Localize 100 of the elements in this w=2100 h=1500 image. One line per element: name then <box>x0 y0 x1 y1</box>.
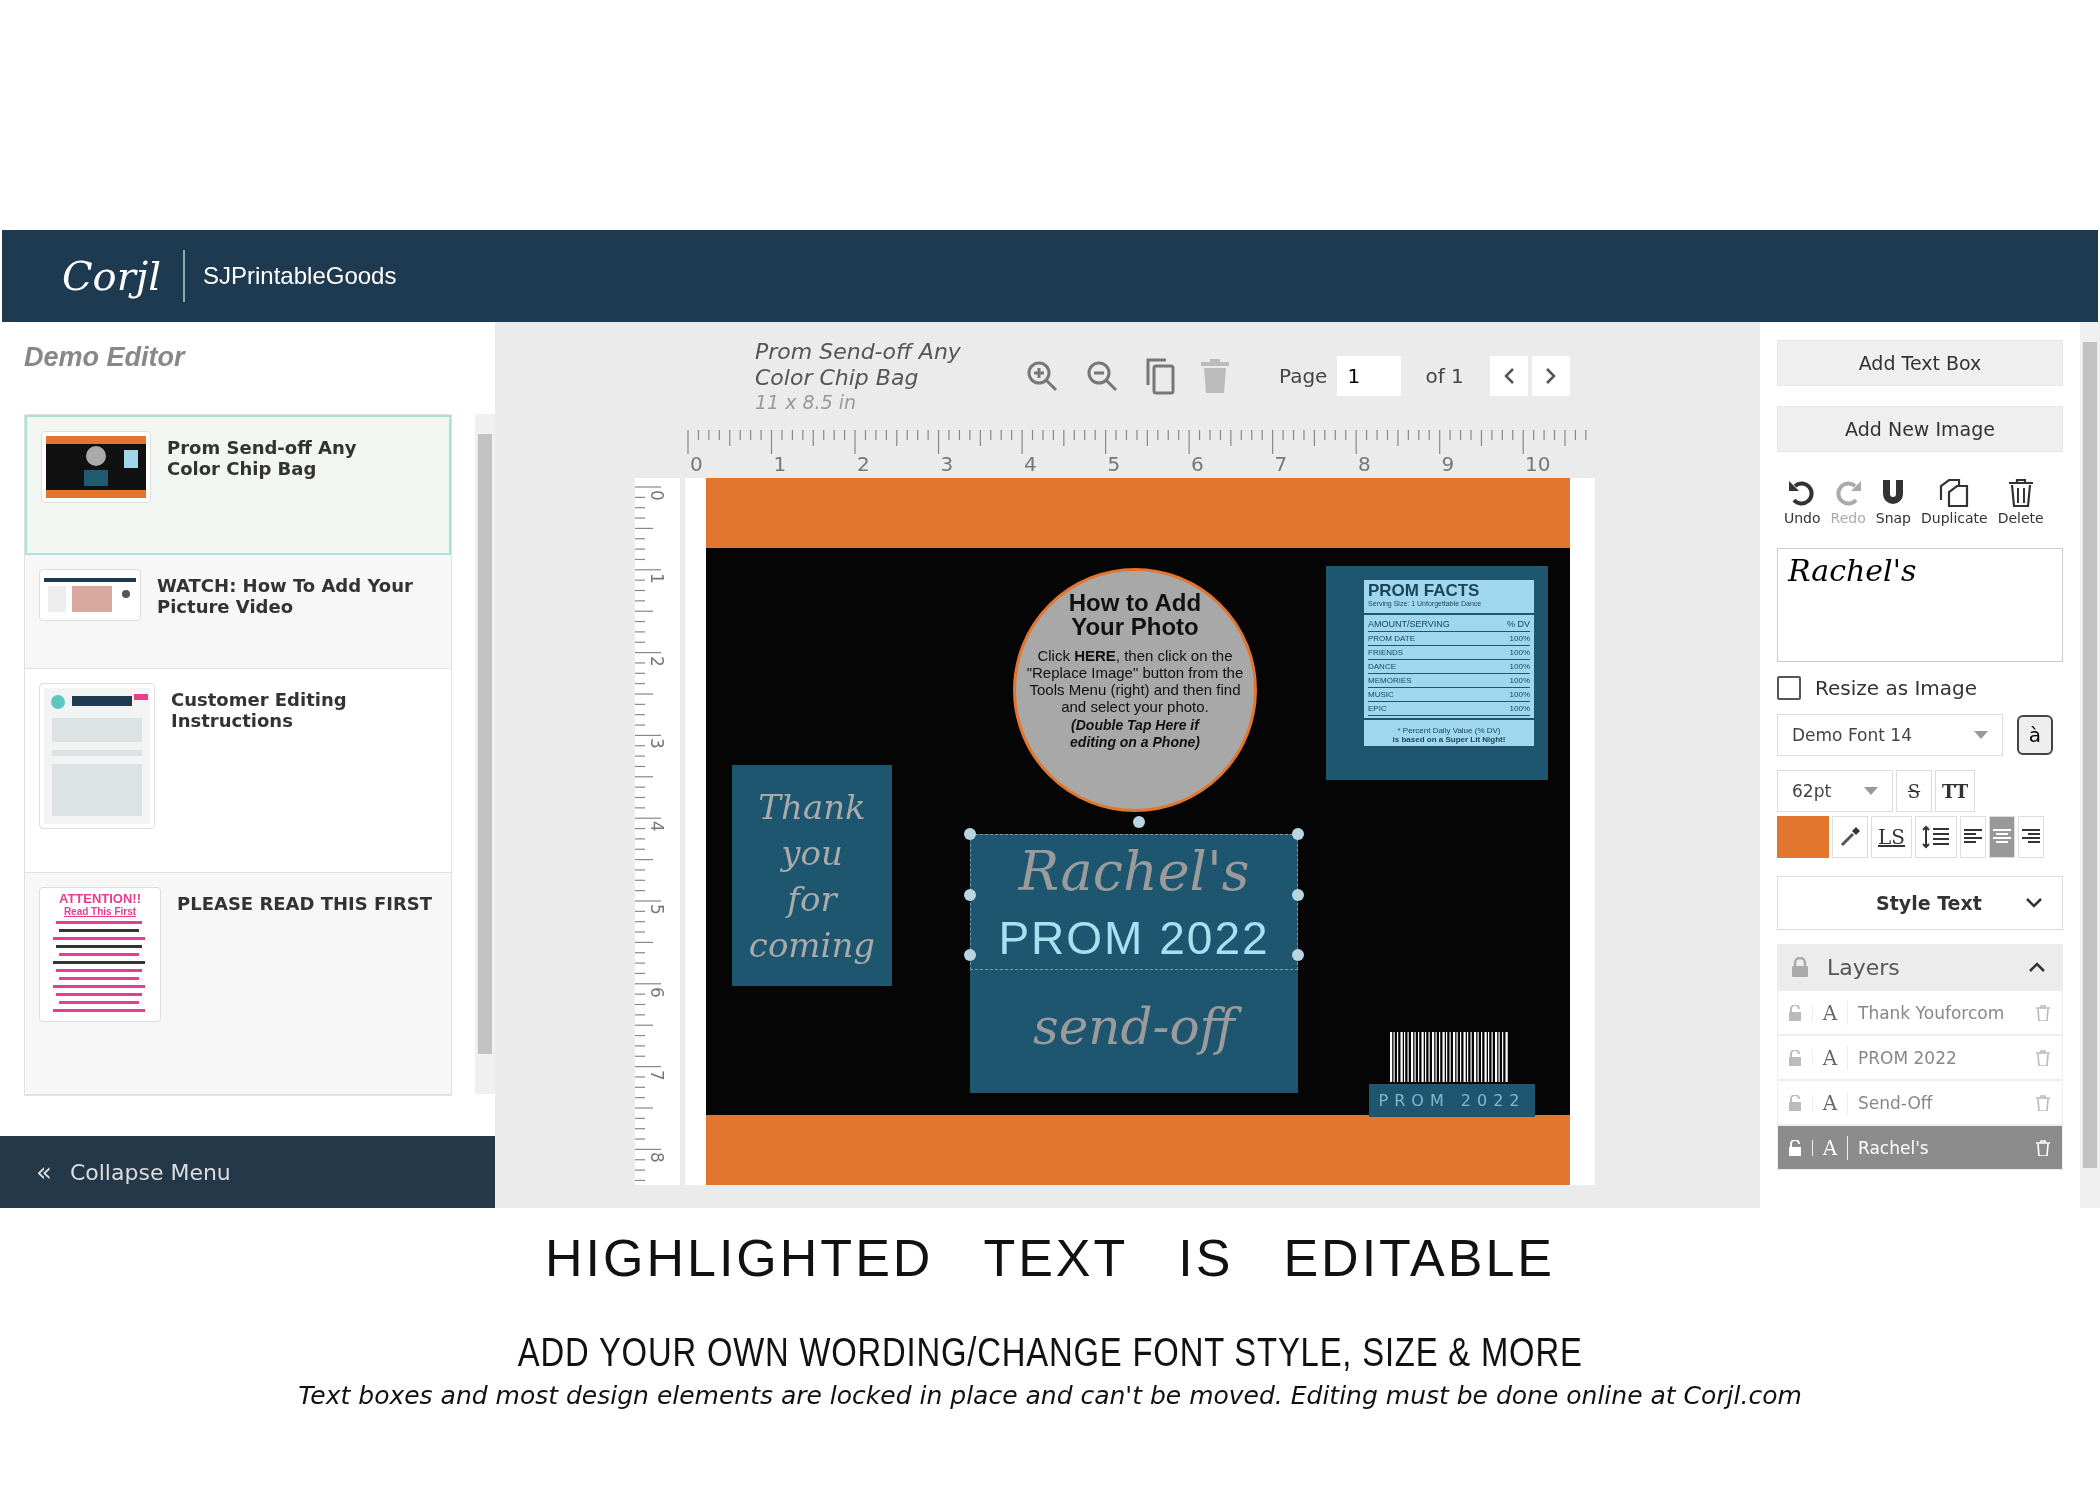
eyedropper-icon <box>1839 826 1861 848</box>
tool-button[interactable]: Delete <box>1994 478 2047 526</box>
chevron-right-icon <box>1544 367 1557 385</box>
format-button[interactable]: S <box>1896 770 1932 812</box>
layer-name: Send-Off <box>1857 1092 1934 1113</box>
ruler-number: 4 <box>647 821 667 832</box>
color-swatch[interactable] <box>1777 816 1829 858</box>
trash-icon <box>2007 478 2034 508</box>
style-text-button[interactable]: Style Text <box>1777 876 2063 930</box>
align-icon <box>1993 829 2011 845</box>
facts-value: 100% <box>1509 675 1530 687</box>
subheadline: ADD YOUR OWN WORDING/CHANGE FONT STYLE, SIZE & MORE <box>517 1330 1583 1375</box>
ruler-number: 2 <box>647 655 667 667</box>
zoom-in-icon[interactable] <box>1025 359 1059 393</box>
logo[interactable]: Corjl <box>2 250 185 302</box>
trash-icon[interactable] <box>2036 1049 2050 1066</box>
ruler-number: 7 <box>647 1069 667 1081</box>
ruler-number: 3 <box>647 738 667 750</box>
add-text-box-button[interactable]: Add Text Box <box>1777 340 2063 386</box>
facts-title: PROM FACTS <box>1368 582 1481 600</box>
disclaimer-text: Text boxes and most design elements are locked in place and can't be moved. Editing must be done online at Corjl.com <box>298 1381 1802 1410</box>
ruler-number: 1 <box>647 572 667 584</box>
copy-icon[interactable] <box>1145 357 1175 395</box>
ruler-number: 4 <box>1024 452 1037 476</box>
ruler-number: 0 <box>647 490 667 501</box>
ruler-number: 7 <box>1274 452 1288 476</box>
trash-icon[interactable] <box>2036 1004 2050 1021</box>
align-button[interactable] <box>2018 816 2044 858</box>
layers-header[interactable]: Layers <box>1777 944 2063 990</box>
chevron-down-icon <box>2026 898 2042 908</box>
facts-value: 100% <box>1509 703 1530 715</box>
thumbnail-subheading: Read This First <box>63 906 137 918</box>
facts-footnote: is based on a Super Lit Night! <box>1391 735 1507 744</box>
page-label: Page <box>1279 364 1328 388</box>
tool-button[interactable]: Duplicate <box>1918 478 1991 526</box>
document-title: Prom Send-off Any Color Chip Bag <box>755 339 962 391</box>
resize-as-image-checkbox[interactable]: Resize as Image <box>1777 676 2080 700</box>
lock-icon[interactable] <box>1788 1004 1802 1021</box>
lock-icon <box>1791 957 1809 977</box>
font-dropdown[interactable]: Demo Font 14 <box>1777 714 2003 756</box>
add-new-image-button[interactable]: Add New Image <box>1777 406 2063 452</box>
eyedropper-button[interactable] <box>1832 816 1868 858</box>
scrollbar[interactable] <box>2080 322 2100 1208</box>
template-title: WATCH: How To Add Your Picture Video <box>157 574 414 619</box>
event-text: PROM 2022 <box>998 911 1270 966</box>
ruler-number: 2 <box>857 452 870 476</box>
font-size-dropdown[interactable]: 62pt <box>1777 770 1893 812</box>
template-item[interactable]: Customer Editing Instructions <box>25 669 452 873</box>
tool-button[interactable]: Snap <box>1872 478 1914 526</box>
align-button[interactable] <box>1960 816 1986 858</box>
ruler-number: 8 <box>647 1152 667 1164</box>
lock-icon[interactable] <box>1788 1139 1802 1156</box>
template-title: PLEASE READ THIS FIRST <box>177 892 433 916</box>
zoom-out-icon[interactable] <box>1085 359 1119 393</box>
line-height-button[interactable] <box>1915 816 1957 858</box>
lock-icon[interactable] <box>1788 1049 1802 1066</box>
special-characters-button[interactable]: à <box>2017 715 2053 755</box>
ruler-number: 8 <box>1358 452 1371 476</box>
ruler-number: 0 <box>690 452 703 476</box>
facts-item: FRIENDS <box>1368 647 1404 659</box>
barcode-label: PROM 2022 <box>1369 1084 1535 1117</box>
facts-footnote: * Percent Daily Value (% DV) <box>1396 726 1502 735</box>
facts-value: 100% <box>1509 689 1530 701</box>
page-count: of 1 <box>1425 364 1464 388</box>
tool-button[interactable]: Undo <box>1781 478 1824 526</box>
headline-word: TEXT <box>983 1228 1129 1288</box>
photo-heading: How to Add Your Photo <box>1067 591 1203 639</box>
layer-row[interactable]: A PROM 2022 <box>1777 1035 2063 1080</box>
sendoff-text: send-off <box>1021 982 1247 1072</box>
headline-word: EDITABLE <box>1283 1228 1555 1288</box>
facts-value: 100% <box>1509 647 1530 659</box>
checkbox[interactable] <box>1777 676 1801 700</box>
duplicate-icon <box>1938 478 1971 508</box>
page-number-field[interactable]: 1 <box>1337 356 1402 396</box>
thank-you-text: coming <box>748 923 876 967</box>
facts-value: 100% <box>1509 661 1530 673</box>
trash-icon[interactable] <box>2036 1094 2050 1111</box>
previous-page-button[interactable] <box>1489 356 1528 396</box>
layer-row[interactable]: A Thank Youforcom <box>1777 990 2063 1035</box>
ruler-number: 6 <box>1191 452 1204 476</box>
title-panel[interactable]: Rachel's PROM 2022 send-off <box>970 834 1298 1093</box>
collapse-menu-button[interactable]: « Collapse Menu <box>0 1136 495 1208</box>
template-title: Prom Send-off Any Color Chip Bag <box>167 436 358 481</box>
template-item[interactable]: Prom Send-off Any Color Chip Bag <box>25 415 452 555</box>
format-button[interactable]: TT <box>1935 770 1976 812</box>
ruler-number: 6 <box>647 986 667 998</box>
shop-name[interactable]: SJPrintableGoods <box>185 262 397 290</box>
facts-item: MEMORIES <box>1368 675 1412 687</box>
scrollbar[interactable] <box>475 414 495 1094</box>
layers-title: Layers <box>1827 954 1901 980</box>
facts-item: PROM DATE <box>1368 633 1415 645</box>
caret-icon <box>1974 731 1988 739</box>
lock-icon[interactable] <box>1788 1094 1802 1111</box>
next-page-button[interactable] <box>1531 356 1570 396</box>
name-text: Rachel's <box>1016 839 1251 905</box>
text-input[interactable]: Rachel's <box>1777 548 2063 662</box>
facts-item: MUSIC <box>1368 689 1394 701</box>
letter-spacing-button[interactable]: LS <box>1871 816 1912 858</box>
headline-word: IS <box>1178 1228 1234 1288</box>
ruler-number: 5 <box>647 904 667 915</box>
